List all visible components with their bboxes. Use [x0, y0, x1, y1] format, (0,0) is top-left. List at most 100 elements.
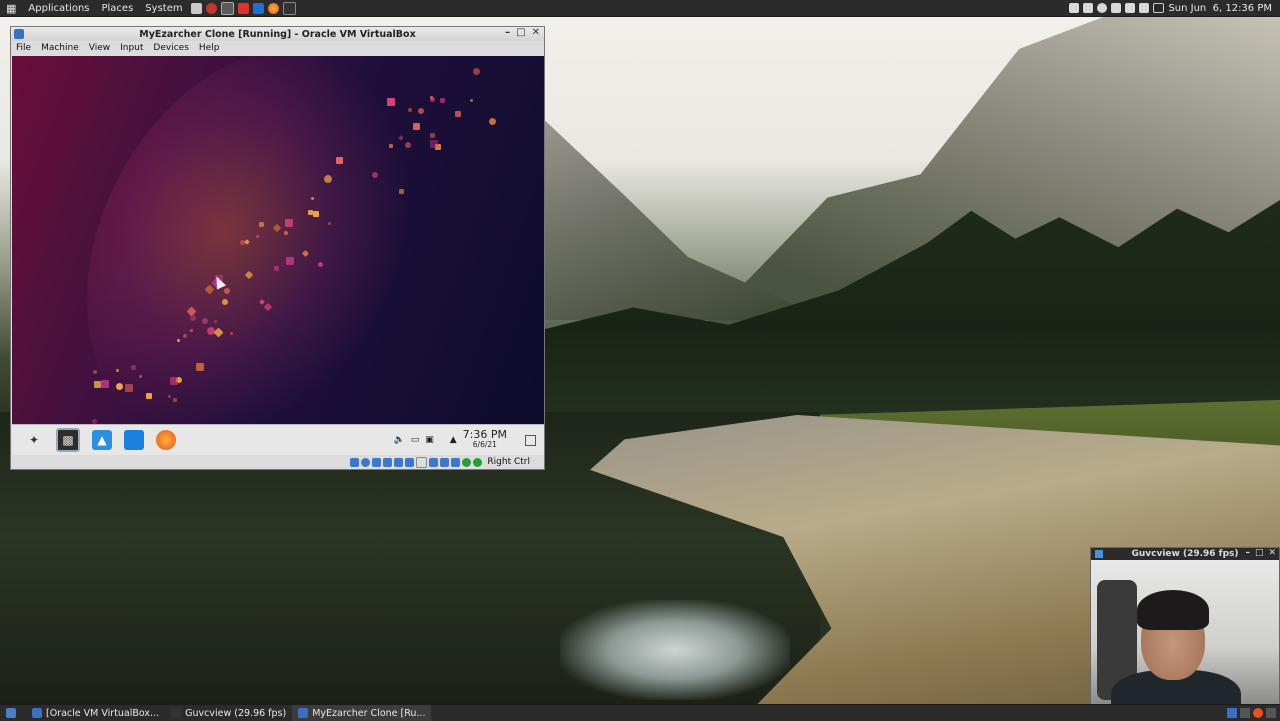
optical-drive-icon[interactable]: [361, 457, 371, 467]
file-manager-icon[interactable]: [124, 430, 144, 450]
network-icon[interactable]: [252, 2, 264, 14]
usb-icon[interactable]: [394, 457, 404, 467]
wallpaper-particle: [146, 393, 152, 399]
guest-additions-icon[interactable]: [462, 457, 472, 467]
calendar-icon[interactable]: [1153, 3, 1165, 13]
wallpaper-particle: [489, 118, 496, 125]
record-icon[interactable]: [205, 2, 217, 14]
workspace-switcher: [1227, 708, 1280, 718]
capture-icon[interactable]: [429, 457, 439, 467]
volume-icon[interactable]: [1125, 3, 1136, 13]
minimize-icon[interactable]: –: [505, 27, 510, 38]
wallpaper-particle: [328, 222, 331, 225]
recording-icon[interactable]: [440, 457, 450, 467]
console-icon[interactable]: [282, 1, 296, 15]
display-icon[interactable]: ▣: [425, 435, 434, 445]
wallpaper-particle: [139, 375, 142, 378]
firefox-icon[interactable]: [267, 2, 279, 14]
wallpaper-particle: [93, 370, 97, 374]
network-icon[interactable]: [383, 457, 393, 467]
wallpaper-particle: [336, 157, 343, 164]
audio-icon[interactable]: [372, 457, 382, 467]
guest-wallpaper-swirl: [20, 56, 484, 424]
wallpaper-particle: [408, 108, 412, 112]
taskbar-item-guvcview[interactable]: Guvcview (29.96 fps): [165, 705, 292, 721]
terminal-icon[interactable]: [237, 2, 249, 14]
screenshot-icon[interactable]: [220, 1, 234, 15]
guvcview-icon: [171, 708, 182, 718]
wallpaper-particle: [170, 377, 178, 385]
document-icon[interactable]: [190, 2, 202, 14]
usb-icon[interactable]: ▭: [411, 435, 420, 445]
wallpaper-particle: [116, 369, 119, 372]
show-desktop-icon[interactable]: [0, 705, 26, 721]
host-key-label: Right Ctrl: [487, 457, 530, 467]
volume-icon[interactable]: 🔈: [394, 435, 405, 445]
wallpaper-particle: [259, 222, 264, 227]
guvcview-titlebar[interactable]: Guvcview (29.96 fps) – □ ✕: [1091, 548, 1279, 560]
shared-folder-icon[interactable]: [405, 457, 415, 467]
vbox-menubar: File Machine View Input Devices Help: [11, 41, 544, 55]
wallpaper-particle: [214, 320, 217, 323]
app-launcher-icon[interactable]: ✦: [24, 430, 44, 450]
cpu-icon[interactable]: [451, 457, 461, 467]
wallpaper-particle: [405, 142, 411, 148]
system-tray: Sun Jun 6, 12:36 PM: [1069, 3, 1280, 14]
menu-input[interactable]: Input: [115, 43, 148, 53]
wallpaper-particle: [94, 381, 101, 388]
window-titlebar[interactable]: MyEzarcher Clone [Running] - Oracle VM V…: [11, 27, 544, 41]
display-icon[interactable]: [416, 456, 428, 468]
wallpaper-particle: [455, 111, 461, 117]
taskbar-item-vm[interactable]: MyEzarcher Clone [Ru...: [292, 705, 432, 721]
wallpaper-particle: [399, 189, 404, 194]
harddisk-icon[interactable]: [350, 457, 360, 467]
menu-view[interactable]: View: [84, 43, 115, 53]
menu-file[interactable]: File: [11, 43, 36, 53]
wallpaper-particle: [177, 339, 180, 342]
software-store-icon[interactable]: ▲: [92, 430, 112, 450]
maximize-icon[interactable]: □: [516, 27, 525, 38]
show-desktop-icon[interactable]: [525, 434, 536, 446]
wallpaper-particle: [430, 140, 438, 148]
firefox-icon[interactable]: [1253, 708, 1263, 718]
menu-applications[interactable]: Applications: [22, 3, 95, 14]
close-icon[interactable]: ✕: [532, 27, 540, 38]
guest-clock[interactable]: 7:36 PM 6/6/21: [462, 428, 507, 450]
apps-grid-icon[interactable]: ▦: [0, 2, 22, 15]
terminal-task-icon[interactable]: ▩: [56, 428, 80, 452]
menu-places[interactable]: Places: [96, 3, 140, 14]
guest-desktop[interactable]: [12, 56, 544, 424]
wallpaper-particle: [324, 175, 332, 183]
close-icon[interactable]: ✕: [1268, 548, 1276, 558]
wallpaper-particle: [313, 211, 319, 217]
guest-taskbar: ✦ ▩ ▲ 🔈 ▭ ▣ ▲ 7:36 PM 6/6/21: [12, 424, 544, 455]
workspace-icon[interactable]: [1227, 708, 1237, 718]
wallpaper-particle: [168, 395, 171, 398]
wallpaper-particle: [202, 318, 208, 324]
wallpaper-particle: [256, 235, 259, 238]
menu-system[interactable]: System: [139, 3, 188, 14]
workspace-icon[interactable]: [1240, 708, 1250, 718]
guest-time: 7:36 PM: [462, 428, 507, 441]
wallpaper-particle: [196, 363, 204, 371]
notes-icon[interactable]: [1069, 3, 1080, 13]
menu-help[interactable]: Help: [194, 43, 225, 53]
guest-date: 6/6/21: [472, 440, 497, 449]
wallpaper-particle: [222, 299, 228, 305]
minimize-icon[interactable]: –: [1245, 548, 1250, 558]
maximize-icon[interactable]: □: [1255, 548, 1264, 558]
taskbar-item-virtualbox-manager[interactable]: [Oracle VM VirtualBox...: [26, 705, 165, 721]
microphone-icon[interactable]: [1111, 3, 1122, 13]
workspace-icon[interactable]: [1266, 708, 1276, 718]
menu-devices[interactable]: Devices: [148, 43, 193, 53]
camera-icon[interactable]: [1083, 3, 1094, 13]
power-icon[interactable]: [1139, 3, 1150, 13]
record-indicator-icon[interactable]: [1097, 3, 1108, 13]
panel-clock[interactable]: Sun Jun 6, 12:36 PM: [1168, 3, 1272, 14]
mouse-integration-icon[interactable]: [473, 457, 483, 467]
menu-machine[interactable]: Machine: [36, 43, 84, 53]
tray-expand-icon[interactable]: ▲: [450, 435, 457, 445]
wallpaper-particle: [387, 98, 395, 106]
firefox-icon[interactable]: [156, 430, 176, 450]
taskbar-item-label: Guvcview (29.96 fps): [185, 707, 287, 719]
